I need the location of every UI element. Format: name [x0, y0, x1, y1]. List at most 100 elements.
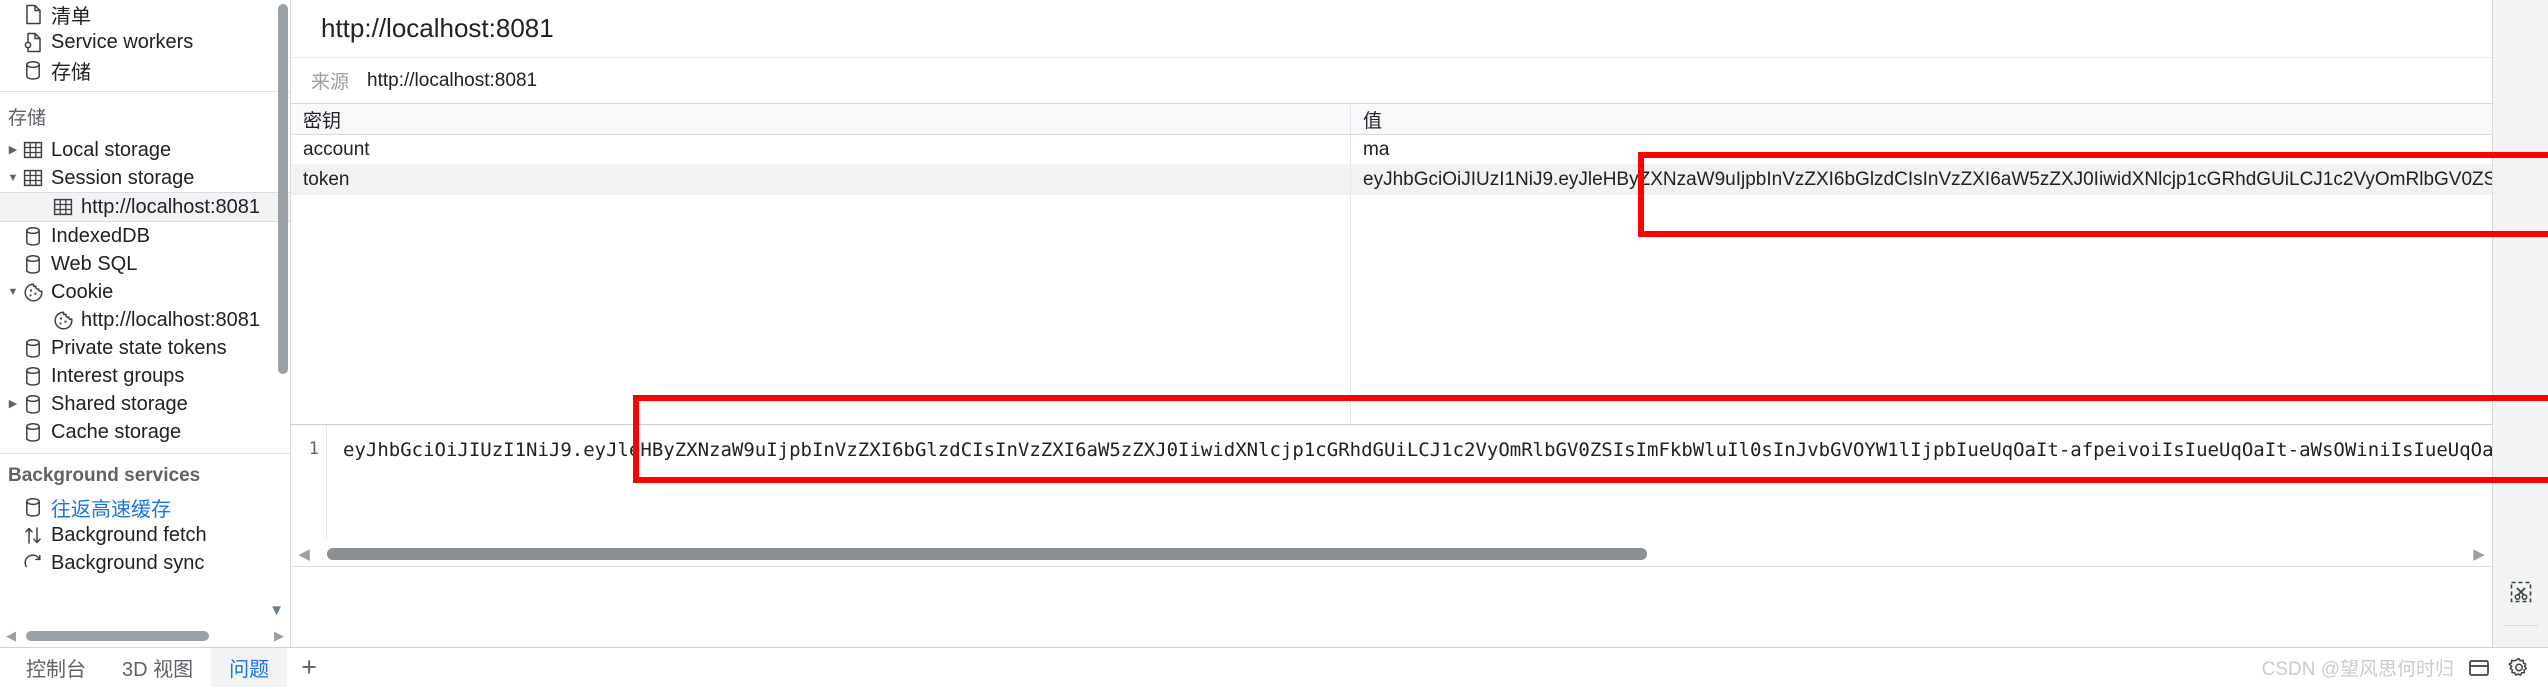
sidebar-item-web-sql[interactable]: Web SQL: [0, 250, 290, 278]
right-toolbar-rail: [2492, 0, 2548, 647]
table-icon: [22, 140, 44, 160]
table-cell-value[interactable]: ma: [1351, 135, 2492, 164]
table-cell-key[interactable]: account: [291, 135, 1351, 164]
sidebar-item-label: http://localhost:8081: [81, 308, 261, 331]
sidebar-item-label: Interest groups: [51, 364, 185, 387]
sidebar-hscroll-track[interactable]: [22, 631, 268, 641]
preview-scroll-left-icon[interactable]: ◀: [291, 545, 317, 563]
column-header-value[interactable]: 值: [1351, 104, 2492, 134]
sidebar-item-background-fetch[interactable]: Background fetch: [0, 521, 290, 549]
sidebar-item-item[interactable]: 清单: [0, 0, 290, 28]
sidebar-divider-1: [0, 91, 290, 92]
preview-value-text[interactable]: eyJhbGciOiJIUzI1NiJ9.eyJleHByZXNzaW9uIjp…: [327, 425, 2492, 541]
scroll-right-icon[interactable]: ▶: [268, 628, 290, 644]
sidebar-item-cookie[interactable]: ▼ Cookie: [0, 278, 290, 306]
preview-line-number: 1: [291, 425, 327, 541]
table-body: account ma token eyJhbGciOiJIUzI1NiJ9.eyJle…: [291, 135, 2492, 195]
updown-arrows-icon: [22, 525, 44, 545]
sidebar-item-label: Background sync: [51, 551, 205, 574]
preview-scroll-right-icon[interactable]: ▶: [2466, 545, 2492, 563]
sidebar-horizontal-scrollbar[interactable]: ◀ ▶: [0, 625, 290, 647]
chevron-down-icon[interactable]: ▼: [269, 602, 284, 619]
table-empty-area: [291, 195, 2492, 424]
document-icon: [22, 4, 44, 24]
sidebar-item-label: IndexedDB: [51, 224, 150, 247]
table-empty-value-col: [1351, 195, 2492, 424]
sidebar-item-session-storage[interactable]: ▼ Session storage: [0, 164, 290, 192]
tab-item[interactable]: 问题: [211, 648, 288, 687]
application-sidebar: 清单 Service workers 存储 存储 ▶ Local storage ▼ Se…: [0, 0, 290, 647]
sidebar-section-storage-title: 存储: [8, 108, 47, 129]
sidebar-item-label: Shared storage: [51, 392, 188, 415]
screenshot-capture-icon[interactable]: [2507, 578, 2535, 606]
sidebar-item-http-localhost-8081[interactable]: http://localhost:8081: [0, 306, 290, 334]
sidebar-hscroll-thumb[interactable]: [26, 631, 209, 641]
chevron-right-icon[interactable]: ▶: [4, 144, 22, 156]
sidebar-divider-2: [0, 453, 290, 454]
sync-icon: [22, 553, 44, 573]
gear-icon[interactable]: [2506, 655, 2532, 681]
sidebar-scroll-area: 清单 Service workers 存储 存储 ▶ Local storage ▼ Se…: [0, 0, 290, 625]
table-cell-value[interactable]: eyJhbGciOiJIUzI1NiJ9.eyJleHByZXNzaW9uIjp…: [1351, 165, 2492, 194]
database-icon: [22, 338, 44, 358]
drawer-spacer: [331, 648, 2261, 687]
column-header-key[interactable]: 密钥: [291, 104, 1351, 134]
origin-label: 来源: [311, 72, 350, 93]
drawer-tabs-group: 控制台 3D 视图 问题: [0, 648, 288, 687]
sidebar-item-local-storage[interactable]: ▶ Local storage: [0, 136, 290, 164]
sidebar-item-cache-storage[interactable]: Cache storage: [0, 418, 290, 446]
sidebar-item-label: Private state tokens: [51, 336, 227, 359]
sidebar-item-label: 往返高速缓存: [51, 498, 171, 521]
value-preview-pane: 1 eyJhbGciOiJIUzI1NiJ9.eyJleHByZXNzaW9uI…: [291, 424, 2492, 647]
database-icon: [22, 226, 44, 246]
database-icon: [22, 422, 44, 442]
page-title: http://localhost:8081: [291, 0, 2492, 57]
sidebar-item-item[interactable]: 往返高速缓存: [0, 493, 290, 521]
database-icon: [22, 394, 44, 414]
tab-3d[interactable]: 3D 视图: [104, 648, 211, 687]
tab-item[interactable]: 控制台: [0, 648, 104, 687]
cookie-icon: [22, 282, 44, 302]
table-row[interactable]: token eyJhbGciOiJIUzI1NiJ9.eyJleHByZXNzaW…: [291, 165, 2492, 195]
table-icon: [22, 168, 44, 188]
table-cell-key[interactable]: token: [291, 165, 1351, 194]
preview-code-area[interactable]: 1 eyJhbGciOiJIUzI1NiJ9.eyJleHByZXNzaW9uI…: [291, 425, 2492, 541]
sidebar-item-http-localhost-8081[interactable]: http://localhost:8081: [0, 192, 290, 222]
sidebar-item-item[interactable]: 存储: [0, 56, 290, 84]
rail-separator: [2503, 625, 2538, 626]
drawer-tabbar: 控制台 3D 视图 问题 + CSDN @望风思何时归: [0, 647, 2548, 687]
sidebar-item-interest-groups[interactable]: Interest groups: [0, 362, 290, 390]
database-icon: [22, 366, 44, 386]
table-header-row: 密钥 值: [291, 104, 2492, 135]
sidebar-item-label: 清单: [51, 5, 91, 28]
preview-horizontal-scrollbar[interactable]: ◀ ▶: [291, 541, 2492, 567]
scroll-left-icon[interactable]: ◀: [0, 628, 22, 644]
chevron-down-icon[interactable]: ▼: [4, 286, 22, 298]
chevron-right-icon[interactable]: ▶: [4, 398, 22, 410]
origin-value: http://localhost:8081: [367, 69, 538, 91]
service-worker-icon: [22, 32, 44, 52]
sidebar-item-label: Service workers: [51, 30, 194, 53]
preview-hscroll-thumb[interactable]: [327, 547, 1647, 560]
sidebar-item-background-sync[interactable]: Background sync: [0, 549, 290, 577]
preview-hscroll-track[interactable]: [317, 547, 2466, 560]
sidebar-item-label: Web SQL: [51, 252, 138, 275]
table-row[interactable]: account ma: [291, 135, 2492, 165]
sidebar-section-background-title: Background services: [8, 465, 201, 486]
sidebar-item-private-state-tokens[interactable]: Private state tokens: [0, 334, 290, 362]
watermark-text: CSDN @望风思何时归: [2261, 659, 2454, 680]
sidebar-item-label: Cache storage: [51, 420, 182, 443]
add-tab-button[interactable]: +: [287, 648, 331, 687]
cookie-icon: [52, 310, 74, 330]
devtools-application-panel: 清单 Service workers 存储 存储 ▶ Local storage ▼ Se…: [0, 0, 2548, 687]
sidebar-vertical-scrollbar[interactable]: [278, 4, 288, 374]
sidebar-item-label: Background fetch: [51, 523, 207, 546]
sidebar-item-shared-storage[interactable]: ▶ Shared storage: [0, 390, 290, 418]
sidebar-item-indexeddb[interactable]: IndexedDB: [0, 222, 290, 250]
storage-table: 密钥 值 account ma token eyJhbGciOiJIUzI1NiJ9.…: [291, 104, 2492, 424]
dock-position-icon[interactable]: [2466, 655, 2492, 681]
sidebar-item-service-workers[interactable]: Service workers: [0, 28, 290, 56]
chevron-down-icon[interactable]: ▼: [4, 172, 22, 184]
sidebar-item-label: Session storage: [51, 166, 195, 189]
preview-bottom-padding: [291, 567, 2492, 647]
